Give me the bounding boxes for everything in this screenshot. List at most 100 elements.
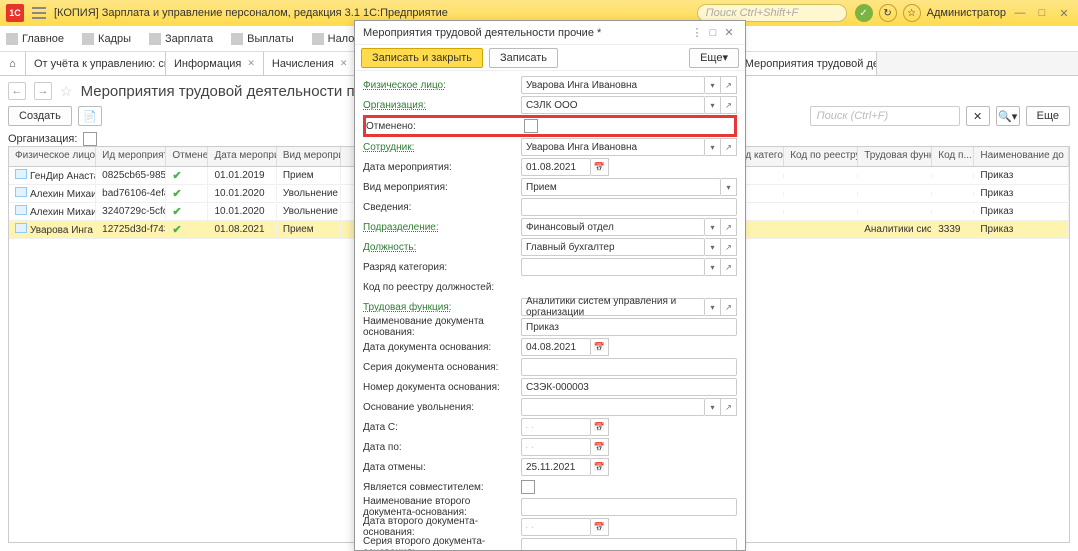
calendar-icon[interactable]: 📅 [591,438,609,456]
col-vid[interactable]: Вид мероприятия [277,147,342,166]
open-icon[interactable]: ↗ [721,238,737,256]
dialog-close-icon[interactable]: ✕ [721,26,737,39]
datm-input[interactable]: 01.08.2021 [521,158,591,176]
minimize-icon[interactable]: — [1012,5,1028,21]
open-icon[interactable]: ↗ [721,258,737,276]
sotr-input[interactable]: Уварова Инга Ивановна [521,138,705,156]
dropdown-icon[interactable]: ▾ [705,298,721,316]
menu-main[interactable]: Главное [6,33,64,45]
menu-kadry[interactable]: Кадры [82,33,131,45]
naimd-input[interactable]: Приказ [521,318,737,336]
history-icon[interactable]: ↻ [879,4,897,22]
dialog-more-button[interactable]: Еще ▾ [689,48,739,68]
star-icon[interactable]: ☆ [60,83,73,100]
dropdown-icon[interactable]: ▾ [705,398,721,416]
trud-label[interactable]: Трудовая функция: [363,302,521,313]
tab-2[interactable]: Начисления✕ [264,52,356,75]
copy-button[interactable]: 📄 [78,106,102,126]
home-tab[interactable]: ⌂ [0,52,26,75]
dato-input[interactable]: 25.11.2021 [521,458,591,476]
vid-input[interactable]: Прием [521,178,721,196]
datd-input[interactable]: 04.08.2021 [521,338,591,356]
col-dat[interactable]: Дата мероприятия [208,147,276,166]
create-button[interactable]: Создать [8,106,72,126]
col-kod[interactable]: Код по реестру д... [784,147,858,166]
star-icon [6,33,18,45]
ser2-input[interactable] [521,538,737,550]
dropdown-icon[interactable]: ▾ [705,218,721,236]
search-button[interactable]: 🔍▾ [996,106,1020,126]
col-otm[interactable]: Отменено [166,147,208,166]
serd-input[interactable] [521,358,737,376]
calendar-icon[interactable]: 📅 [591,158,609,176]
close-icon[interactable]: ✕ [1056,5,1072,21]
save-button[interactable]: Записать [489,48,558,68]
dialog-max-icon[interactable]: □ [705,27,721,39]
col-naim[interactable]: Наименование до [974,147,1069,166]
fiz-input[interactable]: Уварова Инга Ивановна [521,76,705,94]
calendar-icon[interactable]: 📅 [591,518,609,536]
podr-input[interactable]: Финансовый отдел [521,218,705,236]
sved-input[interactable] [521,198,737,216]
favorites-icon[interactable]: ☆ [903,4,921,22]
maximize-icon[interactable]: □ [1034,5,1050,21]
calendar-icon[interactable]: 📅 [591,418,609,436]
clear-search-button[interactable]: ✕ [966,106,990,126]
dropdown-icon[interactable]: ▾ [705,76,721,94]
menu-vyplaty[interactable]: Выплаты [231,33,293,45]
col-trud[interactable]: Трудовая функц... [858,147,932,166]
nav-fwd[interactable]: → [34,82,52,100]
fiz-label[interactable]: Физическое лицо: [363,80,521,91]
osnu-input[interactable] [521,398,705,416]
org-input[interactable]: СЗЛК ООО [521,96,705,114]
tab-0[interactable]: От учёта к управлению: скидка...✕ [26,52,166,75]
dropdown-icon[interactable]: ▾ [705,138,721,156]
razr-input[interactable] [521,258,705,276]
calendar-icon[interactable]: 📅 [591,338,609,356]
tab-6[interactable]: Мероприятия трудовой деятел...✕ [737,52,877,75]
naim2-input[interactable] [521,498,737,516]
open-icon[interactable]: ↗ [721,76,737,94]
trud-input[interactable]: Аналитики систем управления и организаци… [521,298,705,316]
pay-icon [231,33,243,45]
datpo-input[interactable]: . . [521,438,591,456]
dolzh-input[interactable]: Главный бухгалтер [521,238,705,256]
menu-zarplata[interactable]: Зарплата [149,33,213,45]
dialog-menu-icon[interactable]: ⋮ [689,26,705,39]
menu-icon[interactable] [32,7,46,19]
col-id[interactable]: Ид мероприятия [96,147,166,166]
tab-close-icon[interactable]: ✕ [247,58,255,69]
more-button[interactable]: Еще [1026,106,1070,126]
dats-input[interactable]: . . [521,418,591,436]
dropdown-icon[interactable]: ▾ [705,238,721,256]
open-icon[interactable]: ↗ [721,218,737,236]
tab-close-icon[interactable]: ✕ [340,58,348,69]
list-search[interactable]: Поиск (Ctrl+F) [810,106,960,126]
otm-checkbox[interactable] [524,119,538,133]
record-icon [15,223,27,233]
col-fiz[interactable]: Физическое лицо [9,147,96,166]
org-label[interactable]: Организация: [363,100,521,111]
check-icon: ✔ [172,224,181,236]
dolzh-label[interactable]: Должность: [363,242,521,253]
ser2-label: Серия второго документа-основания: [363,536,521,550]
calendar-icon[interactable]: 📅 [591,458,609,476]
tab-1[interactable]: Информация✕ [166,52,264,75]
sovm-checkbox[interactable] [521,480,535,494]
dropdown-icon[interactable]: ▾ [705,96,721,114]
org-checkbox[interactable] [83,132,97,146]
podr-label[interactable]: Подразделение: [363,222,521,233]
open-icon[interactable]: ↗ [721,96,737,114]
nav-back[interactable]: ← [8,82,26,100]
open-icon[interactable]: ↗ [721,398,737,416]
notification-icon[interactable]: ✓ [855,4,873,22]
open-icon[interactable]: ↗ [721,298,737,316]
sotr-label[interactable]: Сотрудник: [363,142,521,153]
open-icon[interactable]: ↗ [721,138,737,156]
col-kodp[interactable]: Код п... [932,147,974,166]
dropdown-icon[interactable]: ▾ [705,258,721,276]
save-close-button[interactable]: Записать и закрыть [361,48,483,68]
dropdown-icon[interactable]: ▾ [721,178,737,196]
nomd-input[interactable]: СЗЭК-000003 [521,378,737,396]
dat2-input[interactable]: . . [521,518,591,536]
